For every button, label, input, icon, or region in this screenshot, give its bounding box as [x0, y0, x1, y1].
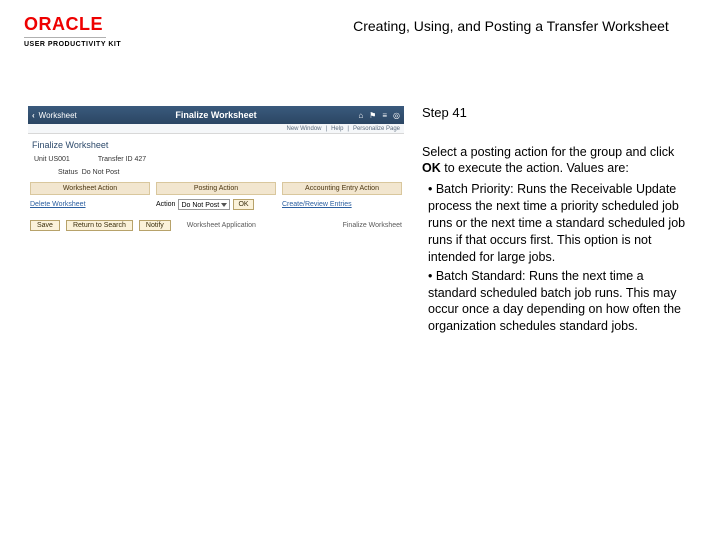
page-header: ORACLE USER PRODUCTIVITY KIT Creating, U… [0, 0, 720, 54]
bar-context-label: Worksheet [39, 111, 77, 120]
page-title: Creating, Using, and Posting a Transfer … [353, 18, 669, 34]
step-label: Step 41 [422, 104, 690, 122]
flag-icon[interactable]: ⚑ [369, 111, 376, 120]
action-row: Delete Worksheet Action Do Not Post OK C… [28, 195, 404, 214]
app-title-bar: ‹ Worksheet Finalize Worksheet ⌂ ⚑ ≡ ◎ [28, 106, 404, 124]
status-value: Do Not Post [82, 169, 120, 176]
oracle-logo: ORACLE [24, 14, 103, 35]
bar-page-title: Finalize Worksheet [175, 110, 256, 120]
link-create-review-entries[interactable]: Create/Review Entries [282, 201, 352, 208]
footer-mid-text: Worksheet Application [177, 222, 337, 229]
section-worksheet-action: Worksheet Action [30, 182, 150, 195]
action-label: Action [156, 201, 175, 208]
unit-label: Unit [34, 156, 46, 163]
link-help[interactable]: Help [331, 126, 343, 132]
ok-button[interactable]: OK [233, 199, 253, 210]
footer-right-text: Finalize Worksheet [343, 222, 402, 229]
screenshot-panel: ‹ Worksheet Finalize Worksheet ⌂ ⚑ ≡ ◎ N… [28, 106, 404, 335]
status-label: Status [58, 169, 78, 176]
save-button[interactable]: Save [30, 220, 60, 231]
link-delete-worksheet[interactable]: Delete Worksheet [30, 201, 86, 208]
panel-title: Finalize Worksheet [28, 134, 404, 154]
instruction-bullet-2: • Batch Standard: Runs the next time a s… [428, 268, 690, 336]
instruction-bullet-1: • Batch Priority: Runs the Receivable Up… [428, 181, 690, 265]
section-posting-action: Posting Action [156, 182, 276, 195]
sub-link-bar: New Window | Help | Personalize Page [28, 124, 404, 134]
home-icon[interactable]: ⌂ [358, 111, 363, 120]
posting-action-select[interactable]: Do Not Post [178, 199, 230, 210]
menu-icon[interactable]: ≡ [382, 111, 387, 120]
info-row: Unit US001 Transfer ID 427 [28, 154, 404, 169]
unit-value: US001 [48, 156, 69, 163]
link-new-window[interactable]: New Window [286, 126, 321, 132]
notify-button[interactable]: Notify [139, 220, 171, 231]
return-to-search-button[interactable]: Return to Search [66, 220, 133, 231]
back-chevron-icon[interactable]: ‹ [32, 111, 35, 120]
instruction-panel: Step 41 Select a posting action for the … [422, 106, 690, 335]
section-headers: Worksheet Action Posting Action Accounti… [28, 182, 404, 195]
transfer-value: 427 [135, 156, 147, 163]
brand-block: ORACLE USER PRODUCTIVITY KIT [24, 14, 121, 48]
target-icon[interactable]: ◎ [393, 111, 400, 120]
subbrand-text: USER PRODUCTIVITY KIT [24, 41, 121, 48]
section-accounting-action: Accounting Entry Action [282, 182, 402, 195]
link-personalize[interactable]: Personalize Page [353, 126, 400, 132]
instruction-intro: Select a posting action for the group an… [422, 144, 690, 178]
footer-row: Save Return to Search Notify Worksheet A… [28, 214, 404, 233]
transfer-label: Transfer ID [98, 156, 133, 163]
status-row: Status Do Not Post [28, 169, 404, 182]
logo-underline [24, 37, 106, 38]
